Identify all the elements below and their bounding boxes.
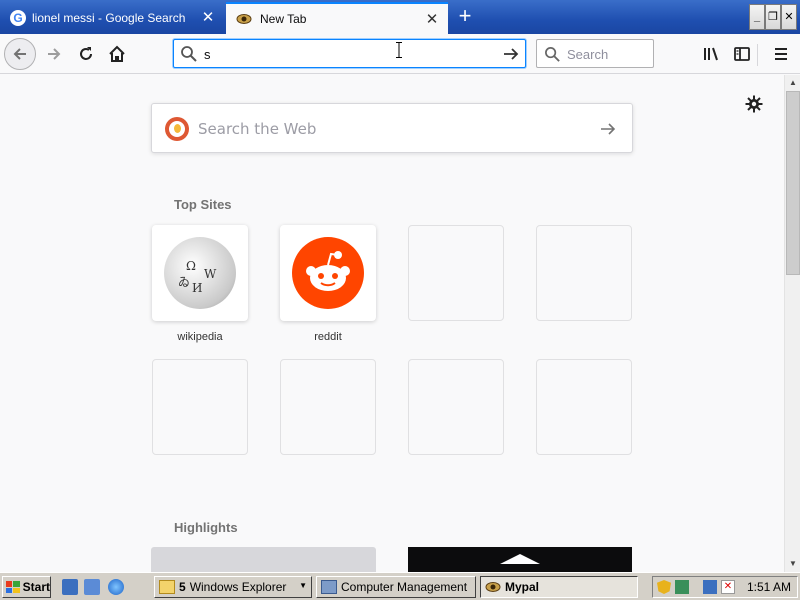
- top-site-reddit[interactable]: [280, 225, 376, 321]
- start-label: Start: [22, 580, 50, 594]
- reload-icon: [80, 47, 92, 60]
- show-desktop-icon[interactable]: [62, 579, 78, 595]
- top-site-label: reddit: [314, 331, 342, 343]
- internet-explorer-icon[interactable]: [108, 579, 124, 595]
- forward-button[interactable]: [38, 38, 70, 70]
- text-cursor-icon: [396, 42, 402, 58]
- highlight-card[interactable]: [408, 547, 632, 572]
- library-icon: [704, 47, 718, 61]
- top-site-empty[interactable]: [152, 359, 248, 455]
- task-label: Windows Explorer: [189, 580, 287, 594]
- scroll-down-arrow-icon[interactable]: ▼: [785, 556, 800, 572]
- back-button[interactable]: [4, 38, 36, 70]
- home-icon: [109, 45, 125, 62]
- web-search-box[interactable]: [151, 103, 633, 153]
- go-arrow-icon[interactable]: [598, 119, 618, 139]
- search-input[interactable]: [567, 44, 651, 64]
- top-site-empty[interactable]: [536, 359, 632, 455]
- wikipedia-logo-icon: Ω W И ゐ: [164, 237, 236, 309]
- volume-muted-icon[interactable]: ✕: [721, 580, 735, 594]
- url-input[interactable]: [204, 44, 494, 64]
- top-site-wikipedia[interactable]: Ω W И ゐ: [152, 225, 248, 321]
- top-site-label: wikipedia: [177, 331, 223, 343]
- sidebar-toggle-button[interactable]: [726, 38, 758, 70]
- start-button[interactable]: Start: [2, 576, 51, 598]
- toolbar-divider: [757, 44, 758, 66]
- mypal-eye-icon: [485, 582, 501, 592]
- explorer-quicklaunch-icon[interactable]: [84, 579, 100, 595]
- monitor-icon[interactable]: [703, 580, 717, 594]
- top-site-empty[interactable]: [408, 225, 504, 321]
- new-tab-plus-icon[interactable]: +: [452, 5, 478, 29]
- tab-title: lionel messi - Google Search: [32, 11, 186, 25]
- reload-button[interactable]: [70, 38, 102, 70]
- close-window-button[interactable]: ✕: [781, 4, 797, 30]
- clock: 1:51 AM: [747, 580, 792, 594]
- menu-button[interactable]: [765, 38, 797, 70]
- minimize-button[interactable]: _: [749, 4, 765, 30]
- network-icon[interactable]: [675, 580, 689, 594]
- library-button[interactable]: [695, 38, 727, 70]
- highlight-thumbnail: [500, 554, 540, 564]
- arrow-left-icon: [13, 48, 26, 60]
- web-search-input[interactable]: [198, 118, 578, 140]
- google-g-icon: G: [10, 10, 26, 26]
- windows-logo-icon: [6, 581, 20, 593]
- go-arrow-icon[interactable]: [501, 44, 521, 64]
- restore-button[interactable]: ❐: [765, 4, 781, 30]
- gear-icon[interactable]: [745, 95, 763, 113]
- system-tray: ✕ 1:51 AM: [652, 576, 798, 598]
- close-tab-icon[interactable]: ✕: [200, 10, 216, 26]
- top-site-empty[interactable]: [408, 359, 504, 455]
- taskbar-computer-management[interactable]: Computer Management: [316, 576, 476, 598]
- tab-bar: G lionel messi - Google Search ✕ New Tab…: [0, 0, 800, 34]
- search-icon: [545, 47, 560, 62]
- vertical-scrollbar[interactable]: ▲ ▼: [784, 75, 800, 572]
- folder-icon: [159, 580, 175, 594]
- task-label: Computer Management: [341, 580, 468, 594]
- tab-title: New Tab: [260, 12, 307, 26]
- taskbar-mypal[interactable]: Mypal: [480, 576, 638, 598]
- home-button[interactable]: [101, 38, 133, 70]
- highlights-heading: Highlights: [174, 520, 238, 535]
- task-count: 5: [179, 580, 186, 594]
- sidebar-icon: [734, 47, 750, 61]
- security-shield-icon[interactable]: [657, 580, 671, 594]
- dropdown-arrow-icon: ▼: [299, 581, 307, 590]
- taskbar: Start 5 Windows Explorer ▼ Computer Mana…: [0, 572, 800, 600]
- tab-lionel-messi-google-search[interactable]: G lionel messi - Google Search ✕: [0, 2, 224, 34]
- duckduckgo-icon: [165, 117, 189, 141]
- url-bar[interactable]: [173, 39, 526, 68]
- arrow-right-icon: [48, 48, 61, 60]
- search-icon: [181, 46, 197, 62]
- reddit-logo-icon: [292, 237, 364, 309]
- top-sites-heading: Top Sites: [174, 197, 232, 212]
- tab-new-tab[interactable]: New Tab ✕: [226, 2, 448, 34]
- search-box[interactable]: [536, 39, 654, 68]
- top-site-empty[interactable]: [536, 225, 632, 321]
- highlight-card[interactable]: [151, 547, 376, 572]
- taskbar-windows-explorer[interactable]: 5 Windows Explorer ▼: [154, 576, 312, 598]
- mypal-eye-icon: [236, 14, 252, 24]
- scroll-up-arrow-icon[interactable]: ▲: [785, 75, 800, 91]
- scrollbar-thumb[interactable]: [786, 91, 800, 275]
- navigation-toolbar: [0, 34, 800, 74]
- task-label: Mypal: [505, 580, 540, 594]
- computer-management-icon: [321, 580, 337, 594]
- top-site-empty[interactable]: [280, 359, 376, 455]
- hamburger-menu-icon: [775, 48, 787, 60]
- close-tab-icon[interactable]: ✕: [424, 12, 440, 28]
- new-tab-page: Top Sites Ω W И ゐ wikipedia reddit: [0, 75, 784, 572]
